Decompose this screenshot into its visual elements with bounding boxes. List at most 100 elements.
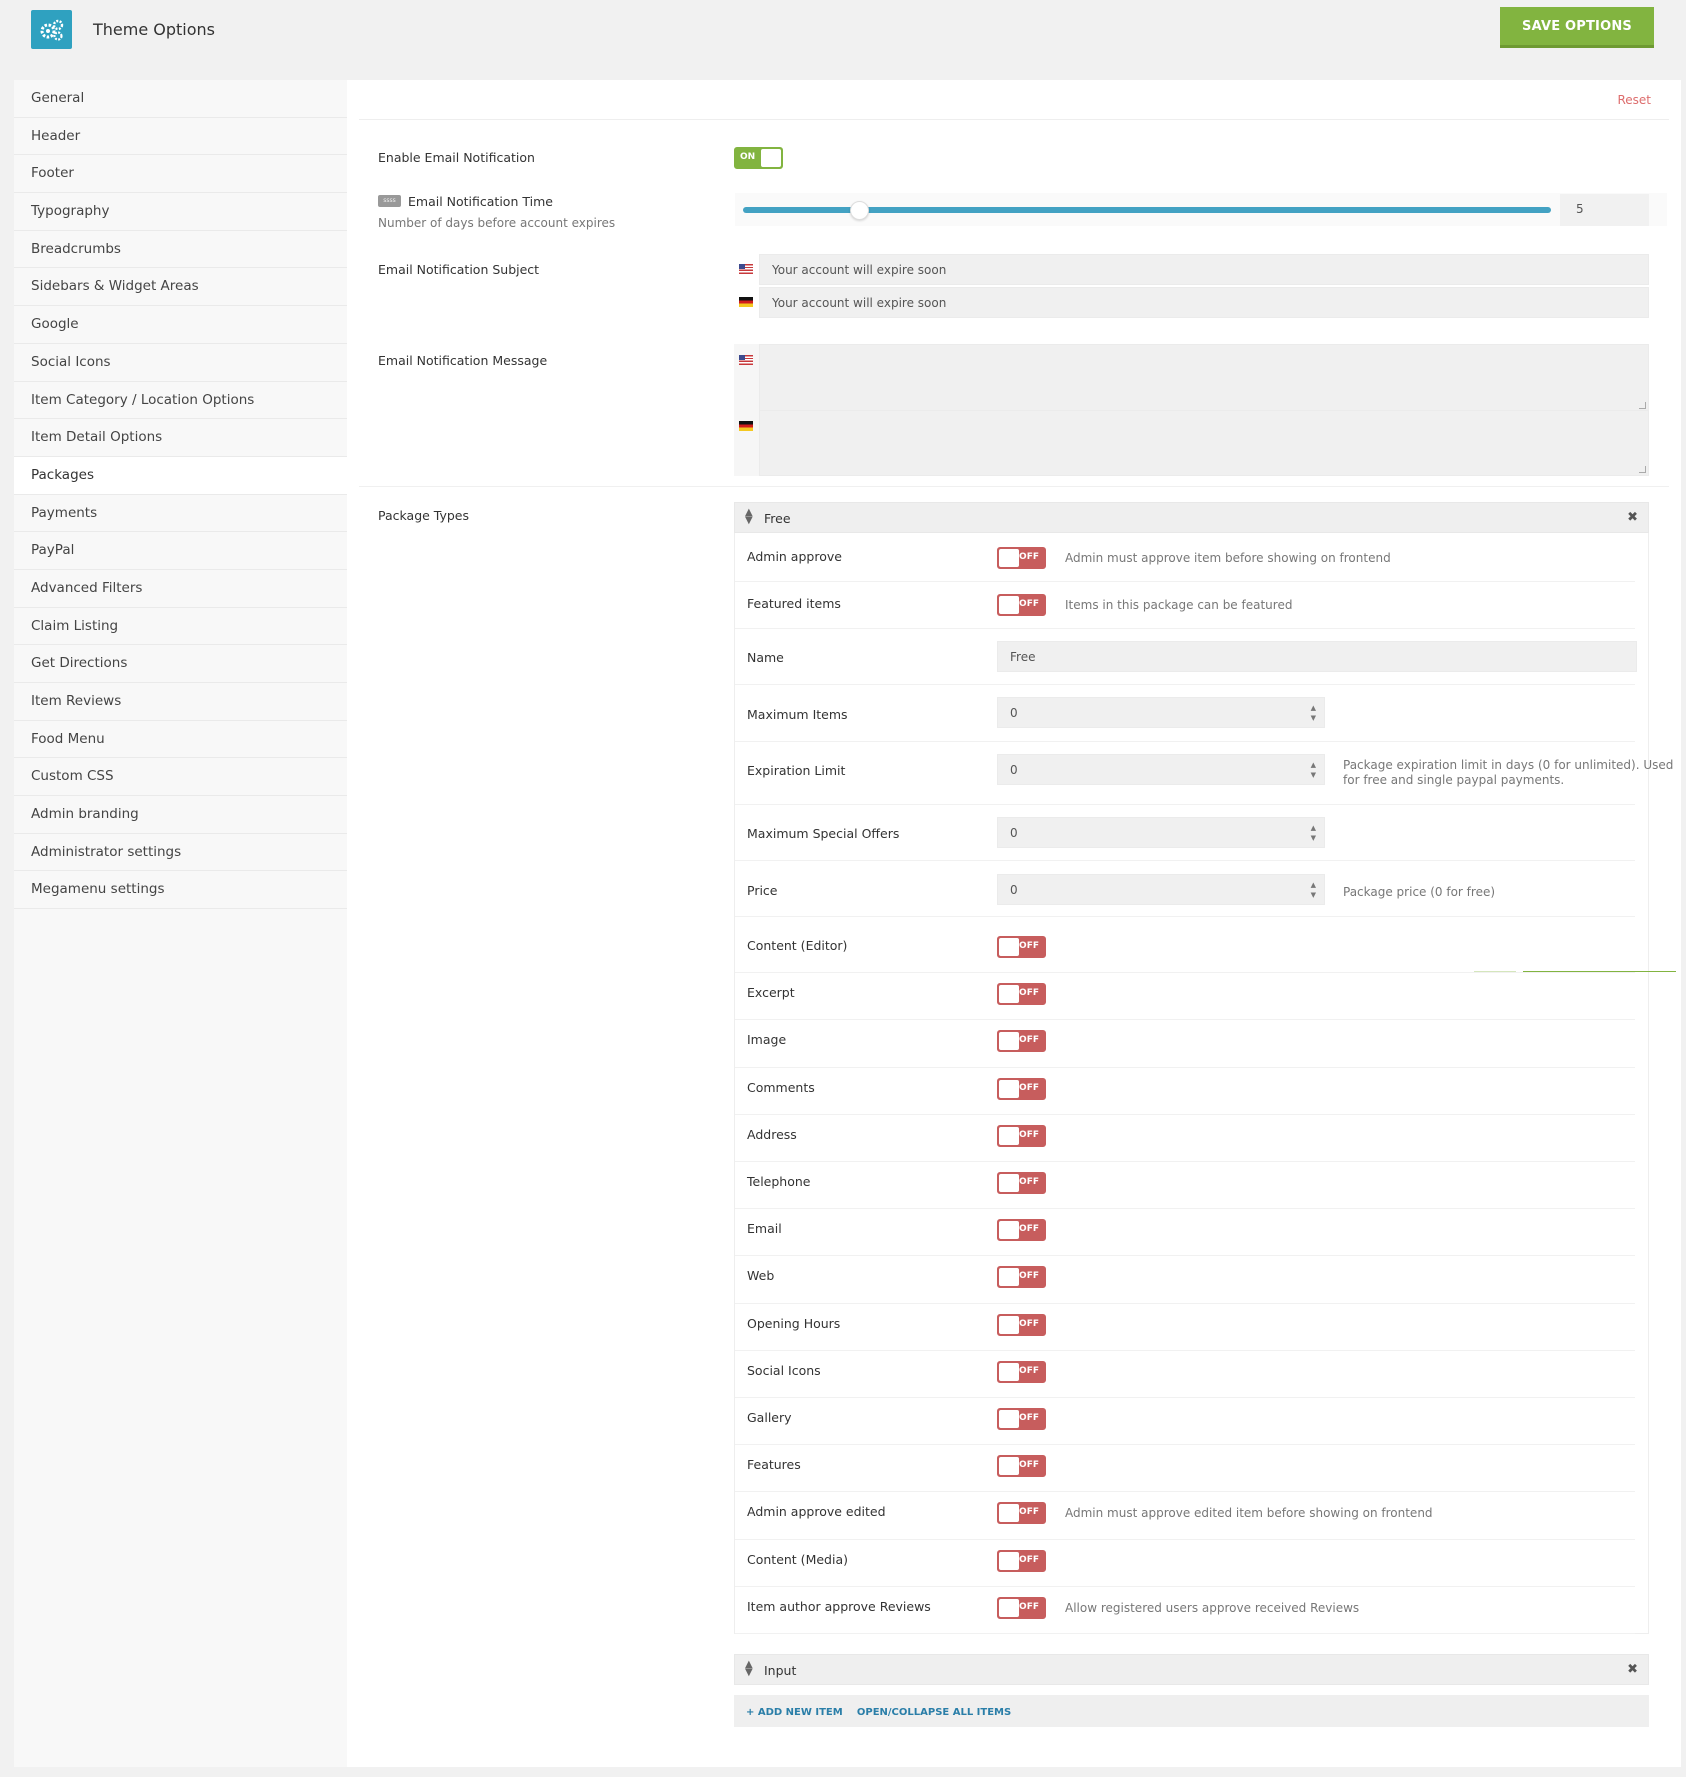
slider-handle[interactable] <box>850 201 869 220</box>
toggle-knob <box>999 549 1019 567</box>
sidebar-item-header[interactable]: Header <box>14 118 347 156</box>
row-separator <box>735 1538 1635 1540</box>
sort-icon[interactable]: ▲ ▼ <box>745 508 753 526</box>
spinner-icon[interactable]: ▲ ▼ <box>1311 880 1316 900</box>
sidebar-item-get-directions[interactable]: Get Directions <box>14 645 347 683</box>
subject-input-en[interactable]: Your account will expire soon <box>759 254 1649 285</box>
toggle-knob <box>761 149 781 167</box>
sidebar-item-footer[interactable]: Footer <box>14 155 347 194</box>
close-icon[interactable]: ✖ <box>1627 1662 1638 1677</box>
sidebar-item-item-reviews[interactable]: Item Reviews <box>14 683 347 721</box>
image-toggle[interactable]: OFF <box>997 1030 1046 1053</box>
sidebar-item-sidebars-widget-areas[interactable]: Sidebars & Widget Areas <box>14 268 347 307</box>
toggle-state: OFF <box>1019 941 1039 951</box>
sidebar-item-custom-css[interactable]: Custom CSS <box>14 758 347 797</box>
toggle-state: OFF <box>1019 552 1039 562</box>
sidebar-item-administrator-settings[interactable]: Administrator settings <box>14 834 347 872</box>
row-separator <box>735 1208 1635 1210</box>
reset-link[interactable]: Reset <box>1617 93 1651 107</box>
telephone-toggle[interactable]: OFF <box>997 1172 1046 1194</box>
address-label: Address <box>747 1126 797 1142</box>
excerpt-toggle[interactable]: OFF <box>997 983 1046 1006</box>
sidebar-item-general[interactable]: General <box>14 80 347 118</box>
add-new-item-button[interactable]: + ADD NEW ITEM <box>746 1707 843 1718</box>
enable-email-notification-toggle[interactable]: ON <box>734 147 783 169</box>
sidebar-item-typography[interactable]: Typography <box>14 193 347 231</box>
email-toggle[interactable]: OFF <box>997 1219 1046 1242</box>
row-separator <box>735 1491 1635 1493</box>
close-icon[interactable]: ✖ <box>1627 510 1638 525</box>
message-textarea-en[interactable] <box>759 344 1649 412</box>
admin-approve-edited-toggle[interactable]: OFF <box>997 1502 1046 1525</box>
content-editor-label: Content (Editor) <box>747 938 848 953</box>
package-input-header[interactable]: ▲ ▼ Input ✖ <box>734 1654 1649 1685</box>
max-special-offers-label: Maximum Special Offers <box>747 826 900 841</box>
app-title: Theme Options <box>93 20 216 39</box>
features-toggle[interactable]: OFF <box>997 1455 1046 1478</box>
sidebar-item-google[interactable]: Google <box>14 306 347 344</box>
us-flag-icon <box>739 355 753 365</box>
toggle-state: OFF <box>1019 1224 1039 1235</box>
spinner-icon[interactable]: ▲ ▼ <box>1311 703 1316 723</box>
enable-email-notification-label: Enable Email Notification <box>378 150 535 165</box>
opening-hours-toggle[interactable]: OFF <box>997 1313 1046 1336</box>
row-separator <box>735 860 1635 861</box>
toggle-state: OFF <box>1019 988 1039 999</box>
gallery-toggle[interactable]: OFF <box>997 1408 1046 1430</box>
sidebar-item-payments[interactable]: Payments <box>14 495 347 533</box>
sidebar-item-megamenu-settings[interactable]: Megamenu settings <box>14 871 347 910</box>
content-media-toggle[interactable]: OFF <box>997 1549 1046 1572</box>
open-collapse-all-button[interactable]: OPEN/COLLAPSE ALL ITEMS <box>857 1707 1011 1718</box>
toggle-state: OFF <box>1019 1413 1039 1423</box>
content-editor-toggle[interactable]: OFF <box>997 936 1046 958</box>
sort-icon[interactable]: ▲ ▼ <box>745 1660 753 1678</box>
sidebar-item-claim-listing[interactable]: Claim Listing <box>14 608 347 646</box>
sidebar-item-breadcrumbs[interactable]: Breadcrumbs <box>14 231 347 269</box>
features-label: Features <box>747 1457 801 1473</box>
de-flag-icon <box>739 297 753 307</box>
featured-items-toggle[interactable]: OFF <box>997 594 1046 616</box>
notification-time-slider[interactable] <box>735 193 1667 226</box>
sass-badge: ssss <box>378 195 401 207</box>
sidebar-item-paypal[interactable]: PayPal <box>14 532 347 570</box>
notification-subject-label: Email Notification Subject <box>378 262 540 277</box>
sidebar-item-item-category-location-options[interactable]: Item Category / Location Options <box>14 382 347 420</box>
row-separator <box>735 1302 1635 1304</box>
toggle-state: OFF <box>1019 1554 1039 1565</box>
admin-approve-edited-desc: Admin must approve edited item before sh… <box>1065 1506 1433 1521</box>
sidebar-item-admin-branding[interactable]: Admin branding <box>14 796 347 834</box>
max-special-offers-input[interactable]: 0 ▲ ▼ <box>997 817 1325 848</box>
name-input[interactable]: Free <box>997 641 1637 672</box>
row-separator <box>735 1255 1635 1257</box>
max-items-input[interactable]: 0 ▲ ▼ <box>997 697 1325 728</box>
subject-input-de[interactable]: Your account will expire soon <box>759 287 1649 318</box>
spinner-icon[interactable]: ▲ ▼ <box>1311 760 1316 780</box>
sidebar-item-social-icons[interactable]: Social Icons <box>14 344 347 382</box>
social-icons-toggle[interactable]: OFF <box>997 1360 1046 1383</box>
notification-message-label: Email Notification Message <box>378 353 548 368</box>
spinner-icon[interactable]: ▲ ▼ <box>1311 823 1316 843</box>
sidebar-item-packages[interactable]: Packages <box>14 456 350 495</box>
row-separator <box>735 1019 1635 1021</box>
item-author-approve-reviews-toggle[interactable]: OFF <box>997 1596 1046 1619</box>
social-icons-label: Social Icons <box>747 1362 821 1378</box>
sidebar-item-food-menu[interactable]: Food Menu <box>14 721 347 759</box>
save-options-button[interactable]: SAVE OPTIONS <box>1500 7 1654 48</box>
package-free-header[interactable]: ▲ ▼ Free ✖ <box>734 502 1649 533</box>
price-input[interactable]: 0 ▲ ▼ <box>997 874 1325 905</box>
max-items-label: Maximum Items <box>747 707 848 722</box>
divider <box>1474 971 1516 972</box>
notification-time-value[interactable]: 5 <box>1560 194 1649 226</box>
toggle-knob <box>999 1268 1019 1287</box>
comments-toggle[interactable]: OFF <box>997 1077 1046 1100</box>
sidebar-item-advanced-filters[interactable]: Advanced Filters <box>14 570 347 608</box>
web-toggle[interactable]: OFF <box>997 1266 1046 1289</box>
expiration-limit-input[interactable]: 0 ▲ ▼ <box>997 754 1325 785</box>
address-toggle[interactable]: OFF <box>997 1124 1046 1147</box>
admin-approve-toggle[interactable]: OFF <box>997 547 1046 569</box>
row-separator <box>735 1113 1635 1115</box>
toggle-knob <box>999 1504 1019 1523</box>
toggle-state: OFF <box>1019 1035 1039 1046</box>
message-textarea-de[interactable] <box>759 410 1649 476</box>
sidebar-item-item-detail-options[interactable]: Item Detail Options <box>14 419 347 457</box>
